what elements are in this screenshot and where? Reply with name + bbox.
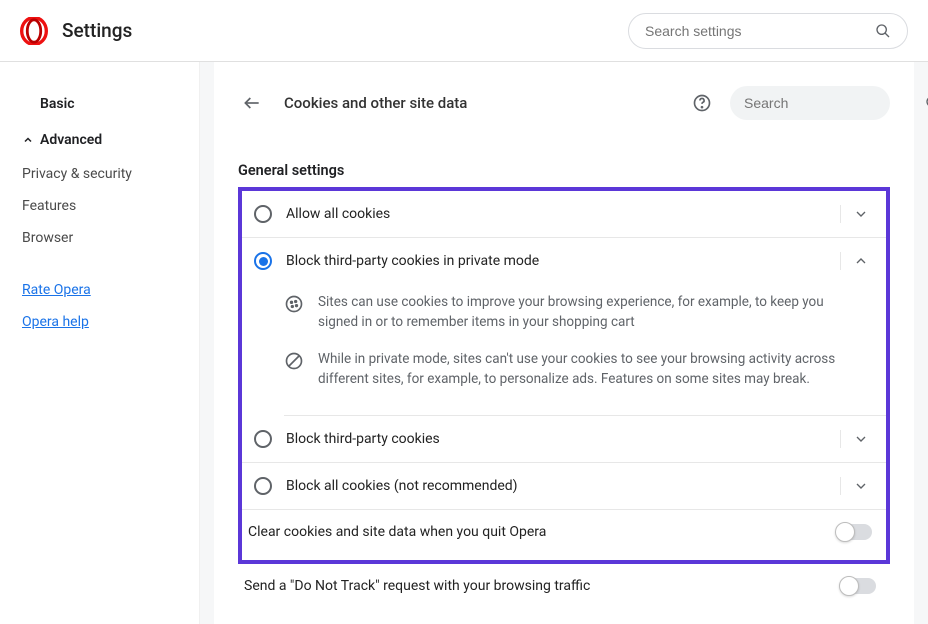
sidebar-link-rate[interactable]: Rate Opera (0, 274, 199, 306)
back-button[interactable] (238, 89, 266, 117)
setting-clear-on-quit: Clear cookies and site data when you qui… (242, 509, 886, 554)
option-label: Block third-party cookies in private mod… (286, 253, 840, 269)
description-text: Sites can use cookies to improve your br… (318, 292, 866, 333)
toggle-do-not-track[interactable] (840, 578, 876, 594)
sidebar-link-help[interactable]: Opera help (0, 306, 199, 338)
page-search[interactable] (730, 86, 890, 120)
radio-allow-all[interactable] (254, 205, 272, 223)
search-icon (875, 23, 891, 39)
expand-button[interactable] (840, 477, 880, 495)
page-search-input[interactable] (744, 95, 925, 111)
settings-panel: Cookies and other site data General sett… (214, 62, 914, 624)
option-block-third[interactable]: Block third-party cookies (242, 416, 886, 462)
option-label: Block all cookies (not recommended) (286, 478, 840, 494)
option-label: Allow all cookies (286, 206, 840, 222)
option-block-third-private[interactable]: Block third-party cookies in private mod… (242, 237, 886, 284)
opera-logo-icon (20, 17, 48, 45)
sidebar-section-basic[interactable]: Basic (0, 86, 199, 122)
app-title: Settings (62, 19, 132, 42)
setting-label: Send a "Do Not Track" request with your … (244, 578, 840, 594)
chevron-up-icon (22, 134, 34, 146)
setting-do-not-track: Send a "Do Not Track" request with your … (238, 564, 890, 608)
description-row: Sites can use cookies to improve your br… (284, 284, 866, 341)
sidebar-item-features[interactable]: Features (0, 190, 199, 222)
app-header: Settings (0, 0, 928, 62)
radio-block-third-private[interactable] (254, 252, 272, 270)
global-search[interactable] (628, 13, 908, 49)
global-search-input[interactable] (645, 23, 875, 39)
expand-button[interactable] (840, 205, 880, 223)
sidebar: Basic Advanced Privacy & security Featur… (0, 62, 200, 624)
sidebar-item-browser[interactable]: Browser (0, 222, 199, 254)
option-allow-all[interactable]: Allow all cookies (242, 191, 886, 237)
cookie-options-highlight: Allow all cookies Block third-party cook… (238, 187, 890, 564)
collapse-button[interactable] (840, 252, 880, 270)
radio-block-third[interactable] (254, 430, 272, 448)
description-text: While in private mode, sites can't use y… (318, 349, 866, 390)
option-label: Block third-party cookies (286, 431, 840, 447)
page-header: Cookies and other site data (238, 80, 890, 126)
help-icon[interactable] (692, 93, 712, 113)
description-row: While in private mode, sites can't use y… (284, 341, 866, 398)
section-title: General settings (238, 162, 890, 179)
sidebar-item-privacy[interactable]: Privacy & security (0, 158, 199, 190)
radio-block-all[interactable] (254, 477, 272, 495)
sidebar-section-advanced[interactable]: Advanced (0, 122, 199, 158)
block-icon (284, 351, 304, 371)
cookie-icon (284, 294, 304, 314)
option-block-all[interactable]: Block all cookies (not recommended) (242, 462, 886, 509)
option-description-panel: Sites can use cookies to improve your br… (242, 284, 886, 415)
toggle-clear-on-quit[interactable] (836, 524, 872, 540)
expand-button[interactable] (840, 430, 880, 448)
page-title: Cookies and other site data (284, 94, 692, 112)
setting-label: Clear cookies and site data when you qui… (248, 524, 836, 540)
